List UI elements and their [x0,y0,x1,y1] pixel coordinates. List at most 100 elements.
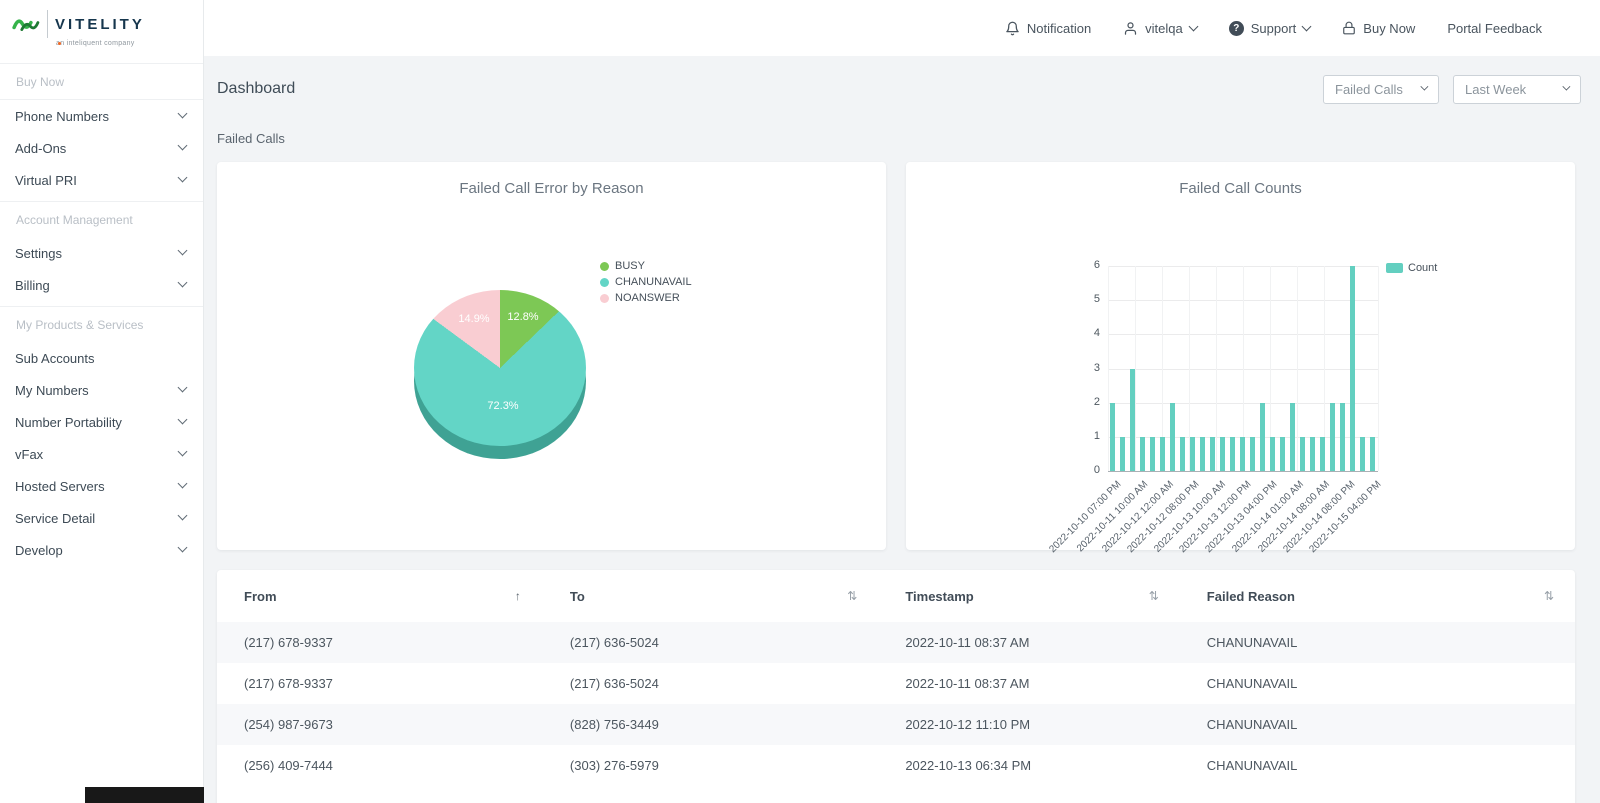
bar-count-3[interactable] [1140,436,1145,471]
sidebar-item-service-detail[interactable]: Service Detail [0,502,203,534]
sidebar-item-sub-accounts[interactable]: Sub Accounts [0,342,203,374]
charts-row: Failed Call Error by Reason 12.8% 72.3% 14… [217,162,1575,555]
cell-timestamp: 2022-10-11 08:37 AM [905,635,1030,650]
bar-count-8[interactable] [1190,436,1195,471]
bell-icon [1006,21,1019,35]
bar-count-26[interactable] [1370,436,1375,471]
brand-tagline: an inteliquent company [56,40,135,47]
brand-logo[interactable]: VITELITY an inteliquent company [0,0,203,64]
sidebar-section-heading-buy-now: Buy Now [0,64,203,100]
chevron-down-icon [178,416,186,424]
bar-count-11[interactable] [1220,436,1225,471]
chevron-down-icon [178,174,186,182]
legend-item-busy[interactable]: BUSY [600,258,692,274]
vertical-gridline [1378,266,1379,471]
column-header-from[interactable]: From ↑ [217,570,543,622]
chevron-down-icon [178,110,186,118]
cell-to: (217) 636-5024 [569,635,659,650]
bar-count-12[interactable] [1230,436,1235,471]
sidebar-item-phone-numbers[interactable]: Phone Numbers [0,100,203,132]
sidebar-item-develop[interactable]: Develop [0,534,203,566]
buy-now-button[interactable]: Buy Now [1342,21,1415,36]
column-header-timestamp[interactable]: Timestamp ⇅ [878,570,1179,622]
y-axis-tick-label: 6 [1093,259,1100,271]
sidebar-item-label: My Numbers [15,382,89,398]
column-header-to[interactable]: To ⇅ [543,570,878,622]
column-label: Timestamp [905,588,974,604]
failed-call-counts-bar-chart[interactable]: 0 1 2 3 4 5 6 2022-10-10 07:00 PM 2022-10-11 10:… [1048,259,1384,555]
bar-count-2[interactable] [1130,368,1135,471]
sidebar-item-settings[interactable]: Settings [0,237,203,269]
failed-call-reason-pie-chart[interactable]: 12.8% 72.3% 14.9% [414,290,586,446]
count-legend-swatch [1386,263,1403,273]
table-row[interactable]: (217) 678-9337 (217) 636-5024 2022-10-11 0… [217,622,1575,663]
report-type-select[interactable]: Failed Calls [1323,74,1439,104]
date-range-select[interactable]: Last Week [1453,74,1581,104]
sort-asc-icon[interactable]: ↑ [515,589,521,603]
bar-count-24[interactable] [1350,266,1355,471]
support-menu[interactable]: ? Support [1228,20,1311,36]
failed-calls-table: From ↑ To ⇅ Timestamp ⇅ Failed Reason ⇅ (217) 6… [217,570,1575,786]
column-header-failed-reason[interactable]: Failed Reason ⇅ [1180,570,1575,622]
sidebar-item-label: Virtual PRI [15,172,77,188]
sidebar-section-heading-my-products-services: My Products & Services [0,306,203,342]
bar-count-10[interactable] [1210,436,1215,471]
bar-count-22[interactable] [1330,402,1335,471]
cell-from: (217) 678-9337 [244,635,333,650]
portal-feedback-link[interactable]: Portal Feedback [1447,21,1542,36]
bar-count-25[interactable] [1360,436,1365,471]
sidebar-item-label: Number Portability [15,414,122,430]
table-row[interactable]: (256) 409-7444 (303) 276-5979 2022-10-13 0… [217,745,1575,786]
bar-count-5[interactable] [1160,436,1165,471]
notification-button[interactable]: Notification [1005,21,1091,36]
gridline [1108,471,1378,472]
cell-reason: CHANUNAVAIL [1206,717,1298,732]
sidebar-item-hosted-servers[interactable]: Hosted Servers [0,470,203,502]
legend-item-chanunavail[interactable]: CHANUNAVAIL [600,274,692,290]
sidebar-item-billing[interactable]: Billing [0,269,203,301]
sidebar-item-add-ons[interactable]: Add-Ons [0,132,203,164]
count-legend-label: Count [1408,262,1438,274]
bar-count-23[interactable] [1340,402,1345,471]
pie-chart-legend: BUSY CHANUNAVAIL NOANSWER [600,258,692,306]
lock-icon [1343,21,1356,35]
bar-count-7[interactable] [1180,436,1185,471]
bar-count-4[interactable] [1150,436,1155,471]
table-header-row: From ↑ To ⇅ Timestamp ⇅ Failed Reason ⇅ [217,570,1575,622]
table-row[interactable]: (217) 678-9337 (217) 636-5024 2022-10-11 0… [217,663,1575,704]
user-menu[interactable]: vitelqa [1123,21,1197,36]
bar-count-0[interactable] [1110,402,1115,471]
sidebar-item-vfax[interactable]: vFax [0,438,203,470]
bar-count-9[interactable] [1200,436,1205,471]
sidebar-item-my-numbers[interactable]: My Numbers [0,374,203,406]
sidebar-item-virtual-pri[interactable]: Virtual PRI [0,164,203,196]
topbar: Notification vitelqa ? Support Buy Now P… [204,0,1600,56]
bar-count-13[interactable] [1240,436,1245,471]
cell-from: (254) 987-9673 [244,717,333,732]
sort-icon[interactable]: ⇅ [847,589,857,603]
column-label: To [569,588,585,604]
bar-chart-legend[interactable]: Count [1386,262,1437,274]
sidebar-item-number-portability[interactable]: Number Portability [0,406,203,438]
sort-icon[interactable]: ⇅ [1149,589,1159,603]
bar-count-15[interactable] [1260,402,1265,471]
chevron-down-icon [178,512,186,520]
bar-count-14[interactable] [1250,436,1255,471]
bar-count-18[interactable] [1290,402,1295,471]
dashboard-header-row: Dashboard Failed Calls Last Week [217,74,1581,104]
y-axis-tick-label: 1 [1093,429,1100,442]
bar-count-16[interactable] [1270,436,1275,471]
chevron-down-icon [178,480,186,488]
cell-reason: CHANUNAVAIL [1206,635,1298,650]
pie-slice-label: 14.9% [458,313,490,325]
bar-count-19[interactable] [1300,436,1305,471]
legend-item-noanswer[interactable]: NOANSWER [600,290,692,306]
bar-count-20[interactable] [1310,436,1315,471]
table-row[interactable]: (254) 987-9673 (828) 756-3449 2022-10-12 1… [217,704,1575,745]
bar-count-17[interactable] [1280,436,1285,471]
sort-icon[interactable]: ⇅ [1544,589,1554,603]
bar-count-6[interactable] [1170,402,1175,471]
bar-count-21[interactable] [1320,436,1325,471]
chevron-down-icon [178,247,186,255]
bar-count-1[interactable] [1120,436,1125,471]
